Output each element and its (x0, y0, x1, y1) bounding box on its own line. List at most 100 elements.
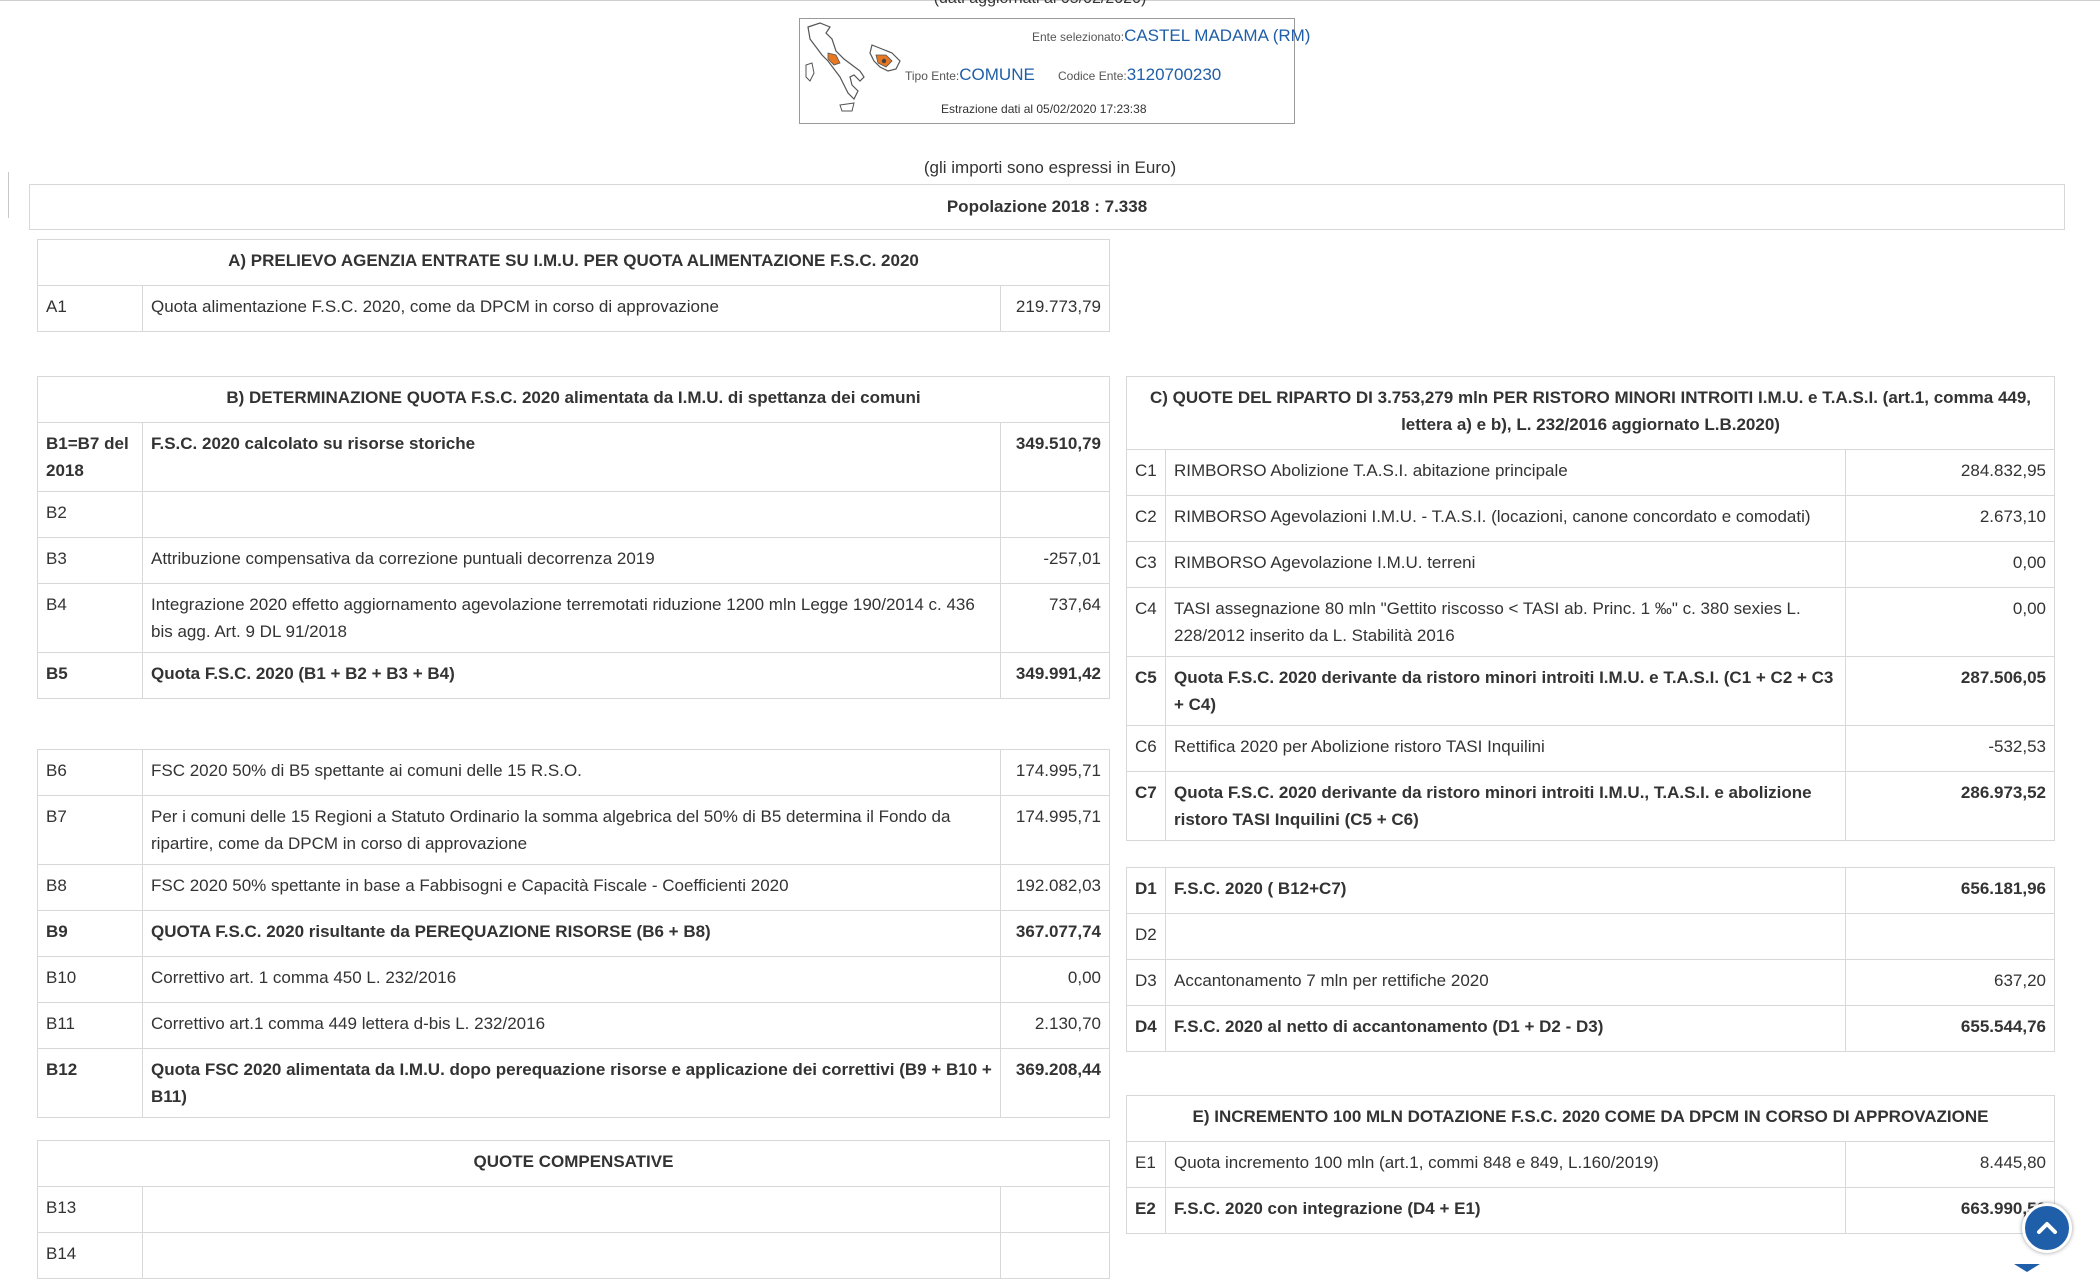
row-code: C1 (1126, 449, 1166, 496)
table-row: C2 RIMBORSO Agevolazioni I.M.U. - T.A.S.… (1126, 495, 2056, 542)
tipo-ente-label: Tipo Ente: (905, 69, 960, 83)
codice-ente-label: Codice Ente: (1058, 69, 1127, 83)
table-row: E2 F.S.C. 2020 con integrazione (D4 + E1… (1126, 1187, 2055, 1234)
chevron-up-icon (2037, 1222, 2057, 1234)
section-b-table-continued: B6 FSC 2020 50% di B5 spettante ai comun… (37, 749, 1110, 1118)
extraction-date: Estrazione dati al 05/02/2020 17:23:38 (941, 102, 1147, 116)
row-desc: TASI assegnazione 80 mln "Gettito riscos… (1165, 587, 1846, 657)
row-value: 737,64 (1000, 583, 1110, 653)
row-value: 655.544,76 (1845, 1005, 2055, 1052)
section-c-title: C) QUOTE DEL RIPARTO DI 3.753,279 mln PE… (1125, 376, 2056, 450)
row-code: B2 (37, 491, 143, 538)
table-row: B11 Correttivo art.1 comma 449 lettera d… (37, 1002, 1110, 1049)
table-row: A1 Quota alimentazione F.S.C. 2020, come… (37, 285, 1110, 332)
row-code: B9 (37, 910, 143, 957)
table-row: B10 Correttivo art. 1 comma 450 L. 232/2… (37, 956, 1110, 1003)
section-b-table: B) DETERMINAZIONE QUOTA F.S.C. 2020 alim… (37, 376, 1110, 699)
row-code: C6 (1126, 725, 1166, 772)
table-row: C5 Quota F.S.C. 2020 derivante da ristor… (1126, 656, 2056, 726)
row-value: 367.077,74 (1000, 910, 1110, 957)
italy-map-icon (805, 22, 901, 112)
row-value: 656.181,96 (1845, 867, 2055, 914)
row-value: 287.506,05 (1844, 656, 2056, 726)
row-code: C3 (1126, 541, 1166, 588)
scroll-to-top-button[interactable] (2022, 1203, 2072, 1253)
table-row: C7 Quota F.S.C. 2020 derivante da ristor… (1126, 771, 2056, 841)
table-row: B2 (37, 491, 1110, 538)
update-date-clipped: (dati aggiornati al 05/02/2020) (880, 0, 1200, 10)
table-row: B8 FSC 2020 50% spettante in base a Fabb… (37, 864, 1110, 911)
row-value: 174.995,71 (1000, 795, 1110, 865)
table-row: B7 Per i comuni delle 15 Regioni a Statu… (37, 795, 1110, 865)
row-desc (142, 1186, 1001, 1233)
row-desc: Quota incremento 100 mln (art.1, commi 8… (1165, 1141, 1846, 1188)
table-row: B6 FSC 2020 50% di B5 spettante ai comun… (37, 749, 1110, 796)
section-b-title: B) DETERMINAZIONE QUOTA F.S.C. 2020 alim… (37, 376, 1110, 423)
currency-note: (gli importi sono espressi in Euro) (923, 158, 1177, 177)
row-value: 174.995,71 (1000, 749, 1110, 796)
row-value (1000, 491, 1110, 538)
row-desc: RIMBORSO Agevolazione I.M.U. terreni (1165, 541, 1846, 588)
row-value: 192.082,03 (1000, 864, 1110, 911)
row-code: C4 (1126, 587, 1166, 657)
row-value: 0,00 (1844, 541, 2056, 588)
table-row: B5 Quota F.S.C. 2020 (B1 + B2 + B3 + B4)… (37, 652, 1110, 699)
row-code: D3 (1126, 959, 1166, 1006)
row-code: B12 (37, 1048, 143, 1118)
row-desc: FSC 2020 50% di B5 spettante ai comuni d… (142, 749, 1001, 796)
row-desc: Correttivo art.1 comma 449 lettera d-bis… (142, 1002, 1001, 1049)
row-code: B7 (37, 795, 143, 865)
ente-info-box: Ente selezionato:CASTEL MADAMA (RM) Tipo… (799, 18, 1310, 124)
row-desc: Quota FSC 2020 alimentata da I.M.U. dopo… (142, 1048, 1001, 1118)
row-desc: RIMBORSO Agevolazioni I.M.U. - T.A.S.I. … (1165, 495, 1846, 542)
section-a-table: A) PRELIEVO AGENZIA ENTRATE SU I.M.U. PE… (37, 239, 1110, 332)
table-row: B12 Quota FSC 2020 alimentata da I.M.U. … (37, 1048, 1110, 1118)
row-desc: Correttivo art. 1 comma 450 L. 232/2016 (142, 956, 1001, 1003)
row-code: E2 (1126, 1187, 1166, 1234)
row-code: B14 (37, 1232, 143, 1279)
quote-compensative-title: QUOTE COMPENSATIVE (37, 1140, 1110, 1187)
row-code: B8 (37, 864, 143, 911)
row-desc: RIMBORSO Abolizione T.A.S.I. abitazione … (1165, 449, 1846, 496)
table-row: C3 RIMBORSO Agevolazione I.M.U. terreni … (1126, 541, 2056, 588)
row-value (1845, 913, 2055, 960)
row-code: D2 (1126, 913, 1166, 960)
row-value: -257,01 (1000, 537, 1110, 584)
table-row: B1=B7 del 2018 F.S.C. 2020 calcolato su … (37, 422, 1110, 492)
row-code: B11 (37, 1002, 143, 1049)
row-value: 284.832,95 (1844, 449, 2056, 496)
row-value (1000, 1186, 1110, 1233)
table-row: C6 Rettifica 2020 per Abolizione ristoro… (1126, 725, 2056, 772)
row-desc: Quota F.S.C. 2020 derivante da ristoro m… (1165, 656, 1846, 726)
row-desc: Quota F.S.C. 2020 derivante da ristoro m… (1165, 771, 1846, 841)
row-desc: Quota alimentazione F.S.C. 2020, come da… (142, 285, 1001, 332)
row-value: -532,53 (1844, 725, 2056, 772)
row-desc (1165, 913, 1846, 960)
row-desc: Per i comuni delle 15 Regioni a Statuto … (142, 795, 1001, 865)
row-code: A1 (37, 285, 143, 332)
row-value: 286.973,52 (1844, 771, 2056, 841)
left-edge-divider (8, 172, 9, 218)
row-value: 2.130,70 (1000, 1002, 1110, 1049)
table-row: B13 (37, 1186, 1110, 1233)
row-code: C5 (1126, 656, 1166, 726)
ente-value: CASTEL MADAMA (RM) (1124, 26, 1311, 45)
table-row: C4 TASI assegnazione 80 mln "Gettito ris… (1126, 587, 2056, 657)
row-desc: F.S.C. 2020 ( B12+C7) (1165, 867, 1846, 914)
row-code: B1=B7 del 2018 (37, 422, 143, 492)
codice-ente-value: 3120700230 (1126, 65, 1222, 84)
section-e-title: E) INCREMENTO 100 MLN DOTAZIONE F.S.C. 2… (1126, 1095, 2055, 1142)
row-desc: Attribuzione compensativa da correzione … (142, 537, 1001, 584)
ente-label: Ente selezionato: (1032, 30, 1125, 44)
row-value: 2.673,10 (1844, 495, 2056, 542)
table-row: B14 (37, 1232, 1110, 1279)
row-value: 349.510,79 (1000, 422, 1110, 492)
section-d-table: D1 F.S.C. 2020 ( B12+C7) 656.181,96 D2 D… (1126, 867, 2055, 1052)
row-value: 0,00 (1000, 956, 1110, 1003)
table-row: D4 F.S.C. 2020 al netto di accantonament… (1126, 1005, 2055, 1052)
row-value: 349.991,42 (1000, 652, 1110, 699)
quote-compensative-table: QUOTE COMPENSATIVE B13 B14 (37, 1140, 1110, 1279)
row-code: C2 (1126, 495, 1166, 542)
row-code: B5 (37, 652, 143, 699)
row-value: 8.445,80 (1845, 1141, 2055, 1188)
